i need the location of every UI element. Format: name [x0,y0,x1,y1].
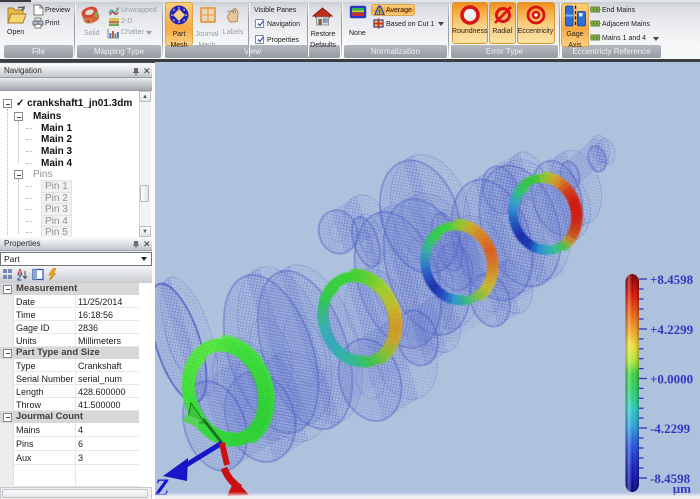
svg-text:-4.2299: -4.2299 [650,421,691,436]
svg-text:+4.2299: +4.2299 [650,322,694,337]
svg-text:Z: Z [17,274,22,282]
svg-text:+8.4598: +8.4598 [650,272,694,287]
svg-text:+0.0000: +0.0000 [650,372,693,387]
